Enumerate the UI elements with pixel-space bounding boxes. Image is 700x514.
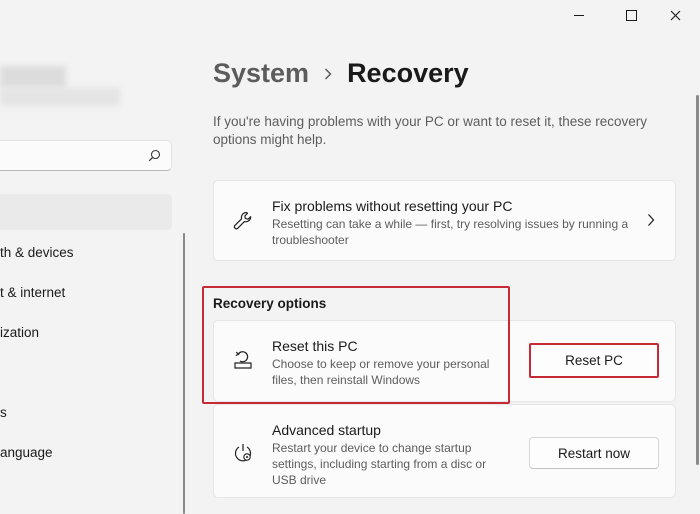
main-scrollbar[interactable] [696, 95, 699, 465]
sidebar-item-personalization[interactable]: ization [0, 325, 39, 340]
fix-problems-card[interactable]: Fix problems without resetting your PC R… [213, 180, 676, 261]
sidebar-item-bluetooth-devices[interactable]: th & devices [0, 245, 74, 260]
search-input[interactable] [0, 141, 147, 172]
maximize-icon [625, 9, 637, 21]
close-icon [670, 10, 680, 20]
breadcrumb: System Recovery [213, 58, 469, 89]
profile-email-blurred [0, 88, 120, 106]
sidebar-item-time-language[interactable]: anguage [0, 445, 53, 460]
annotation-highlight-box [202, 286, 510, 404]
maximize-button[interactable] [608, 4, 654, 26]
advanced-startup-description: Restart your device to change startup se… [272, 441, 487, 487]
profile-name-blurred [0, 66, 66, 88]
advanced-startup-title: Advanced startup [272, 422, 381, 438]
fix-problems-description: Resetting can take a while — first, try … [272, 217, 629, 247]
intro-text: If you're having problems with your PC o… [213, 114, 648, 147]
close-button[interactable] [652, 4, 698, 26]
advanced-startup-icon [234, 444, 252, 462]
sidebar-item-selected[interactable] [0, 194, 172, 230]
minimize-button[interactable] [556, 4, 602, 26]
reset-pc-button[interactable]: Reset PC [529, 343, 659, 378]
sidebar-item-network-internet[interactable]: t & internet [0, 285, 65, 300]
chevron-right-icon [323, 67, 333, 81]
search-box [0, 140, 172, 172]
restart-now-button[interactable]: Restart now [529, 437, 659, 469]
breadcrumb-system[interactable]: System [213, 58, 309, 89]
sidebar-scrollbar[interactable] [183, 233, 185, 514]
page-title: Recovery [347, 58, 469, 88]
sidebar-item-accounts[interactable]: s [0, 405, 7, 420]
sidebar: th & devices t & internet ization s angu… [0, 0, 185, 514]
chevron-right-icon [648, 214, 655, 226]
search-icon[interactable] [148, 149, 161, 162]
wrench-icon [233, 211, 252, 230]
fix-problems-title: Fix problems without resetting your PC [272, 198, 513, 214]
minimize-icon [574, 14, 584, 16]
